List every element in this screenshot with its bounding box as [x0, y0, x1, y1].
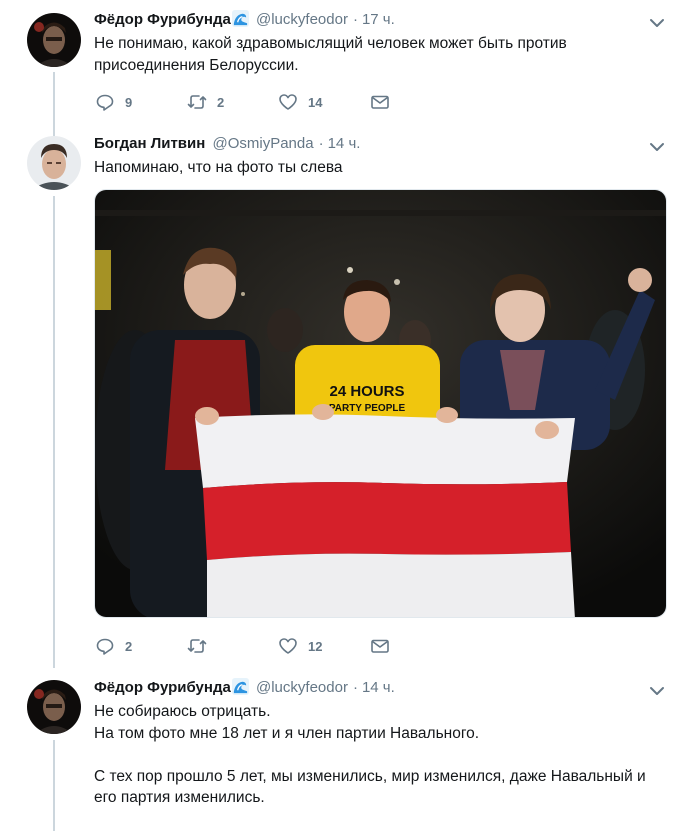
tweet-text: Не понимаю, какой здравомыслящий человек…	[94, 33, 567, 76]
tweet-text-line: присоединения Белоруссии.	[94, 56, 299, 74]
tweet-text-line: Напоминаю, что на фото ты слева	[94, 159, 343, 176]
tweet-actions: 2 12	[95, 636, 405, 656]
chevron-down-icon[interactable]	[649, 139, 665, 155]
author-name[interactable]: Фёдор Фурибунда	[94, 11, 231, 28]
tweet-header: Фёдор Фурибунда @luckyfeodor · 17 ч.	[94, 9, 395, 31]
author-handle[interactable]: @OsmiyPanda	[212, 135, 313, 152]
tweet-timestamp[interactable]: 17 ч.	[362, 11, 395, 28]
reply-button[interactable]: 9	[95, 92, 132, 112]
retweet-count: 2	[217, 94, 225, 110]
direct-message-button[interactable]	[370, 92, 390, 112]
reply-icon	[96, 638, 114, 655]
direct-message-button[interactable]	[370, 636, 390, 656]
like-count: 14	[308, 94, 323, 110]
wave-icon	[231, 678, 249, 695]
author-handle[interactable]: @luckyfeodor	[256, 11, 348, 28]
tweet-header: Фёдор Фурибунда @luckyfeodor · 14 ч.	[94, 677, 395, 699]
tweet-text-line: На том фото мне 18 лет и я член партии Н…	[94, 724, 480, 742]
tweet-text-line: Не собираюсь отрицать.	[94, 703, 271, 720]
tweet-text-line: его партия изменились.	[94, 789, 265, 806]
tweet-timestamp[interactable]: 14 ч.	[328, 135, 361, 152]
avatar[interactable]	[27, 13, 81, 67]
separator-dot: ·	[318, 135, 324, 152]
envelope-icon	[371, 95, 389, 109]
author-name[interactable]: Богдан Литвин	[94, 135, 205, 152]
tweet-text-line: Не понимаю, какой здравомыслящий человек…	[94, 35, 567, 52]
shirt-text: PARTY PEOPLE	[329, 403, 406, 414]
tweet-header: Богдан Литвин @OsmiyPanda · 14 ч.	[94, 133, 360, 155]
separator-dot: ·	[352, 679, 358, 696]
avatar[interactable]	[27, 680, 81, 734]
retweet-button[interactable]: 2	[187, 92, 224, 112]
separator-dot: ·	[352, 11, 358, 28]
reply-button[interactable]: 2	[95, 636, 132, 656]
like-count: 12	[308, 638, 323, 654]
heart-icon	[279, 638, 297, 654]
author-name[interactable]: Фёдор Фурибунда	[94, 679, 231, 696]
chevron-down-icon[interactable]	[649, 683, 665, 699]
like-button[interactable]: 14	[278, 92, 322, 112]
tweet[interactable]: Фёдор Фурибунда @luckyfeodor · 17 ч. Не по…	[0, 9, 700, 121]
tweet[interactable]: Фёдор Фурибунда @luckyfeodor · 14 ч. Не со…	[0, 677, 700, 831]
avatar-image	[27, 680, 81, 734]
envelope-icon	[371, 639, 389, 653]
retweet-icon	[187, 639, 207, 653]
chevron-down-icon[interactable]	[649, 15, 665, 31]
reply-icon	[96, 94, 114, 111]
like-button[interactable]: 12	[278, 636, 322, 656]
retweet-icon	[187, 95, 207, 109]
retweet-button[interactable]	[187, 636, 217, 656]
tweet-text-line: С тех пор прошло 5 лет, мы изменились, м…	[94, 767, 646, 785]
avatar[interactable]	[27, 136, 81, 190]
tweet-actions: 9 2 14	[95, 92, 405, 112]
heart-icon	[279, 94, 297, 110]
tweet-photo[interactable]: 24 HOURS PARTY PEOPLE	[94, 189, 667, 618]
reply-count: 9	[125, 94, 133, 110]
author-handle[interactable]: @luckyfeodor	[256, 679, 348, 696]
avatar-image	[27, 136, 81, 190]
photo-image: 24 HOURS PARTY PEOPLE	[95, 190, 666, 617]
tweet-text: Напоминаю, что на фото ты слева	[94, 157, 343, 179]
wave-icon	[231, 10, 249, 27]
reply-count: 2	[125, 638, 133, 654]
tweet-text: Не собираюсь отрицать. На том фото мне 1…	[94, 701, 646, 809]
avatar-image	[27, 13, 81, 67]
shirt-text: 24 HOURS	[329, 383, 404, 400]
tweet-timestamp[interactable]: 14 ч.	[362, 679, 395, 696]
